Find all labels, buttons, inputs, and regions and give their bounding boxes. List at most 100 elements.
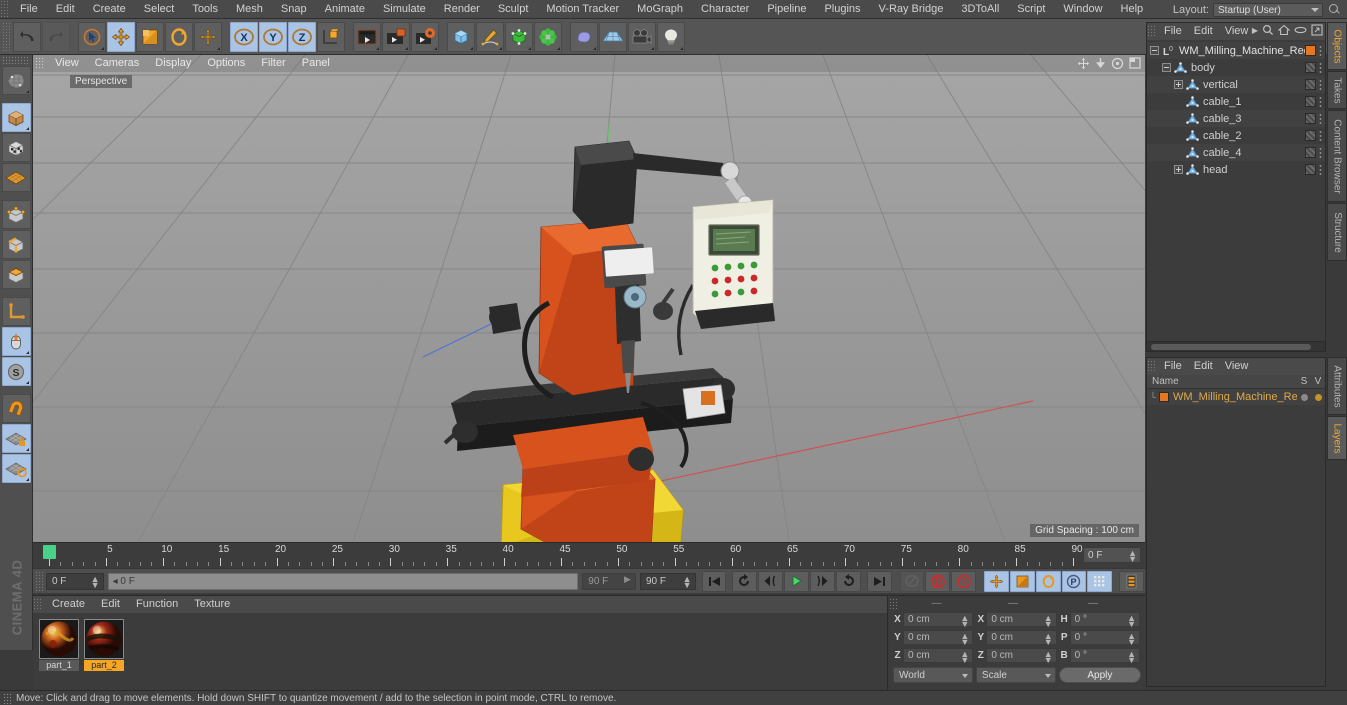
object-material-swatch[interactable] (1305, 62, 1316, 73)
rotation-h-input[interactable]: 0 ° ▲ ▼ (1069, 612, 1140, 629)
move-tool[interactable] (107, 21, 135, 52)
point-level-anim-button[interactable] (1087, 570, 1113, 592)
spinner-icon[interactable]: ▲ ▼ (683, 574, 692, 589)
search-icon[interactable] (1327, 3, 1341, 17)
layer-color-swatch[interactable] (1159, 392, 1169, 402)
ellipse-icon[interactable] (1294, 25, 1307, 35)
preview-end-field[interactable]: 90 F ▶ (582, 572, 636, 590)
spinner-icon[interactable]: ▲ ▼ (1044, 614, 1053, 629)
spinner-icon[interactable]: ▲ ▼ (960, 632, 969, 647)
apply-button[interactable]: Apply (1058, 667, 1141, 683)
perspective-viewport[interactable]: View Cameras Display Options Filter Panel Pe (33, 55, 1145, 542)
search-icon[interactable] (1262, 24, 1274, 36)
object-visibility-dots[interactable] (1319, 147, 1322, 158)
viewport-menu-options[interactable]: Options (199, 55, 253, 72)
maximize-icon[interactable] (1129, 57, 1141, 69)
object-visibility-dots[interactable] (1319, 62, 1322, 73)
object-visibility-dots[interactable] (1319, 130, 1322, 141)
spinner-icon[interactable]: ▲ ▼ (1044, 632, 1053, 647)
scene-object-button[interactable] (570, 21, 598, 52)
material-item[interactable]: part_2 (84, 619, 124, 671)
size-mode-dropdown[interactable]: Scale (975, 667, 1056, 683)
menu-motion-tracker[interactable]: Motion Tracker (537, 0, 628, 18)
render-region-button[interactable] (382, 21, 410, 52)
object-visibility-dots[interactable] (1319, 45, 1322, 56)
point-mode-button[interactable] (1, 200, 31, 229)
menu-tools[interactable]: Tools (183, 0, 227, 18)
menu-v-ray-bridge[interactable]: V-Ray Bridge (870, 0, 953, 18)
object-material-swatch[interactable] (1305, 113, 1316, 124)
y-axis-lock-button[interactable]: Y (259, 21, 287, 52)
viewport-menu-filter[interactable]: Filter (253, 55, 293, 72)
animation-scrub-bar[interactable]: ◂ 0 F (107, 572, 579, 590)
timeline-frame-field[interactable]: 0 F ▲ ▼ (1083, 547, 1141, 564)
status-bar-grip[interactable] (3, 692, 12, 704)
world-object-coordinate-button[interactable] (317, 21, 345, 52)
scrollbar-thumb[interactable] (1151, 344, 1311, 350)
material-menu-texture[interactable]: Texture (186, 596, 238, 613)
side-tab-objects[interactable]: Objects (1327, 22, 1347, 70)
menu-mograph[interactable]: MoGraph (628, 0, 692, 18)
collapse-icon[interactable] (1162, 63, 1171, 72)
planar-workplane-button[interactable] (1, 454, 31, 483)
object-manager-menu-file[interactable]: File (1158, 23, 1188, 40)
menu-snap[interactable]: Snap (272, 0, 316, 18)
object-visibility-dots[interactable] (1319, 164, 1322, 175)
expand-icon[interactable] (1174, 80, 1183, 89)
coordinate-system-dropdown[interactable]: World (893, 667, 973, 683)
orbit-icon[interactable] (1111, 57, 1124, 70)
polygon-mode-button[interactable] (1, 260, 31, 289)
layer-manager-grip[interactable] (1147, 360, 1156, 373)
material-manager-grip[interactable] (33, 598, 42, 611)
timeline-playhead[interactable] (43, 545, 56, 559)
menu-plugins[interactable]: Plugins (815, 0, 869, 18)
object-row[interactable]: cable_4 (1147, 144, 1325, 161)
texture-mode-button[interactable] (1, 133, 31, 162)
workplane-mode-button[interactable] (1, 163, 31, 192)
spinner-icon[interactable]: ▲ ▼ (1128, 549, 1137, 564)
make-editable-button[interactable] (1, 66, 31, 95)
viewport-menu-panel[interactable]: Panel (294, 55, 338, 72)
viewport-grip[interactable] (35, 57, 44, 70)
object-visibility-dots[interactable] (1319, 113, 1322, 124)
menu-edit[interactable]: Edit (47, 0, 84, 18)
menu-render[interactable]: Render (435, 0, 489, 18)
redo-button[interactable] (42, 21, 70, 52)
snap-settings-button[interactable]: S (1, 357, 31, 386)
object-manager-scrollbar[interactable] (1147, 341, 1325, 351)
enable-snap-button[interactable] (1, 394, 31, 423)
menu-mesh[interactable]: Mesh (227, 0, 272, 18)
timeline-toggle-button[interactable] (1119, 570, 1145, 592)
layer-manager-menu-view[interactable]: View (1219, 358, 1255, 375)
rotation-key-button[interactable] (1035, 570, 1061, 592)
z-axis-lock-button[interactable]: Z (288, 21, 316, 52)
material-menu-function[interactable]: Function (128, 596, 186, 613)
object-row[interactable]: cable_3 (1147, 110, 1325, 127)
menu-window[interactable]: Window (1054, 0, 1111, 18)
viewport-menu-cameras[interactable]: Cameras (87, 55, 148, 72)
light-button[interactable] (657, 21, 685, 52)
layer-manager-menu-edit[interactable]: Edit (1188, 358, 1219, 375)
coordinates-grip[interactable] (889, 598, 898, 609)
spinner-icon[interactable]: ▲ ▼ (1127, 614, 1136, 629)
position-key-button[interactable] (984, 570, 1009, 592)
timeline-ruler-bar[interactable]: 051015202530354045505560657075808590 0 F… (33, 542, 1145, 568)
position-z-input[interactable]: 0 cm ▲ ▼ (903, 648, 974, 665)
object-manager-grip[interactable] (1147, 25, 1156, 38)
step-forward-button[interactable] (809, 570, 835, 592)
generator-button[interactable] (505, 21, 533, 52)
menu-select[interactable]: Select (135, 0, 184, 18)
document-end-field[interactable]: 90 F ▲ ▼ (639, 572, 696, 590)
viewport-menu-view[interactable]: View (47, 55, 87, 72)
go-to-end-button[interactable] (866, 570, 892, 592)
object-material-swatch[interactable] (1305, 130, 1316, 141)
chevron-right-icon[interactable]: ▶ (1252, 26, 1258, 35)
viewport-menu-display[interactable]: Display (147, 55, 199, 72)
object-manager-menu-edit[interactable]: Edit (1188, 23, 1219, 40)
lock-workplane-button[interactable] (1, 424, 31, 453)
material-preview-sphere[interactable] (84, 619, 124, 659)
material-menu-create[interactable]: Create (44, 596, 93, 613)
material-item[interactable]: part_1 (39, 619, 79, 671)
timeline-ruler[interactable]: 051015202530354045505560657075808590 (43, 543, 1083, 569)
side-tab-content-browser[interactable]: Content Browser (1327, 110, 1347, 202)
